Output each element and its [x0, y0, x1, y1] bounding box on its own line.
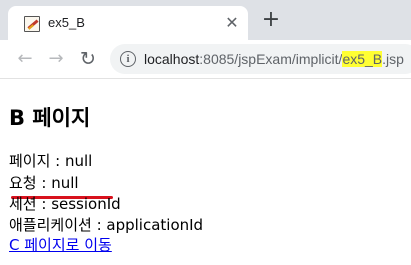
tab-title: ex5_B — [48, 15, 85, 30]
request-scope-value: 요청 : null — [9, 174, 79, 192]
site-info-icon[interactable]: i — [120, 51, 136, 67]
reload-icon[interactable]: ↻ — [77, 48, 99, 70]
tab-strip: ex5_B ✕ + — [0, 0, 411, 40]
page-heading: B 페이지 — [9, 106, 91, 130]
link-line: C 페이지로 이동 — [9, 234, 112, 255]
page-favicon-icon — [24, 16, 40, 32]
url-path: :8085/jspExam/implicit/ — [199, 51, 343, 67]
url-extension: .jsp — [382, 51, 404, 67]
url-host: localhost — [144, 51, 200, 67]
forward-arrow-icon[interactable]: → — [45, 48, 67, 70]
new-tab-button[interactable]: + — [259, 9, 283, 33]
address-bar[interactable]: i localhost:8085/jspExam/implicit/ex5_B.… — [110, 44, 411, 74]
session-scope-value: 세션 : sessionId — [9, 195, 121, 213]
tab-close-icon[interactable]: ✕ — [222, 13, 242, 33]
application-scope-value: 애플리케이션 : applicationId — [9, 216, 204, 234]
go-to-c-page-link[interactable]: C 페이지로 이동 — [9, 236, 112, 254]
url-highlighted-file: ex5_B — [342, 51, 383, 67]
url-text[interactable]: localhost:8085/jspExam/implicit/ex5_B.js… — [144, 51, 404, 67]
browser-tab[interactable]: ex5_B ✕ — [8, 6, 248, 40]
browser-toolbar: ← → ↻ i localhost:8085/jspExam/implicit/… — [0, 40, 411, 79]
page-scope-value: 페이지 : null — [9, 152, 93, 170]
back-arrow-icon[interactable]: ← — [14, 48, 36, 70]
